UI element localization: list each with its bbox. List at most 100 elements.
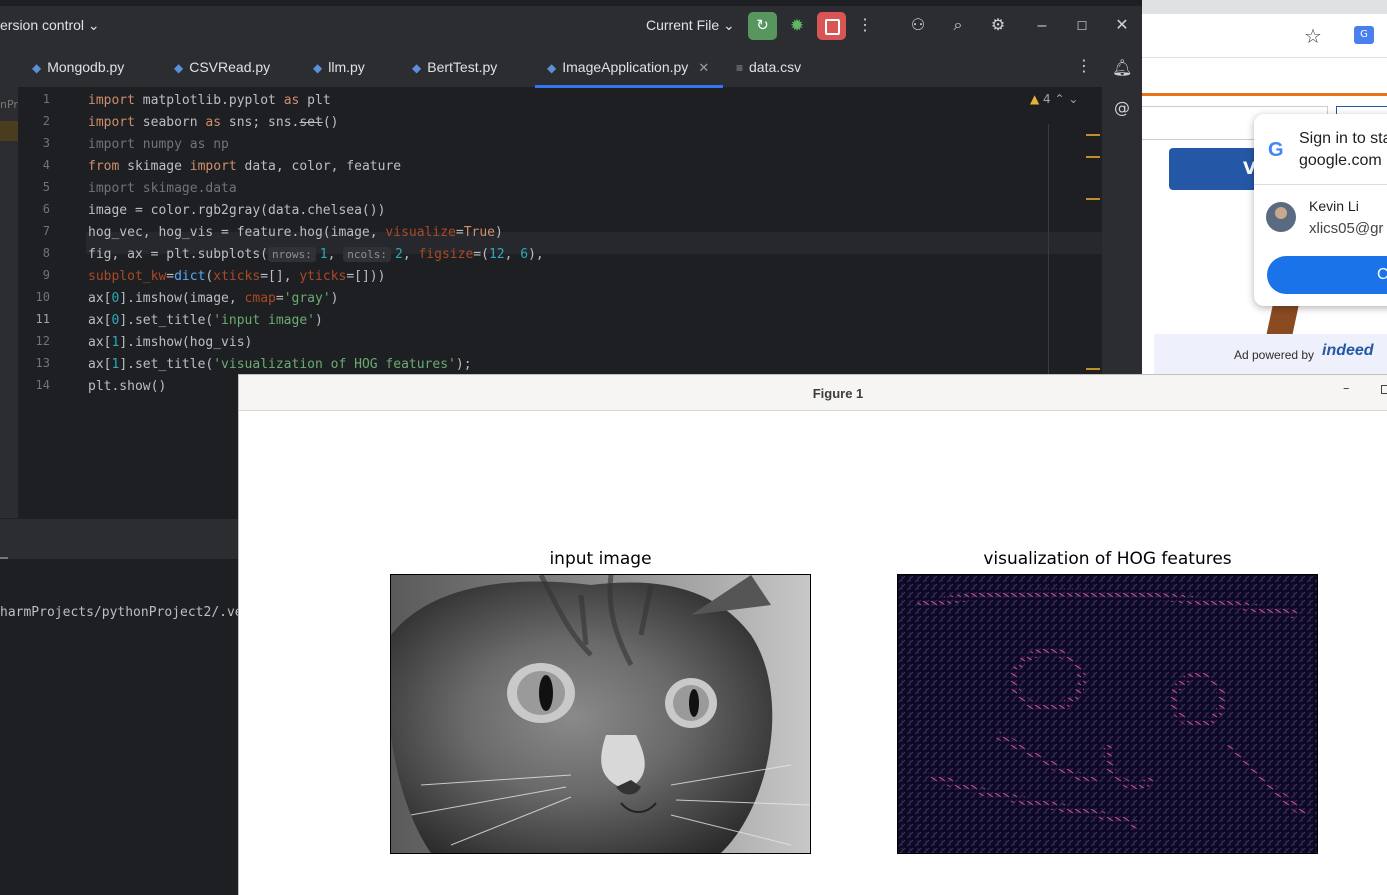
- ad-banner[interactable]: Ad powered by indeed: [1154, 334, 1387, 374]
- debug-bug-icon[interactable]: ✹: [785, 14, 809, 38]
- tab-mongodb[interactable]: ◆ Mongodb.py: [32, 46, 124, 88]
- tab-data-csv[interactable]: ≡ data.csv: [736, 46, 801, 88]
- notifications-bell-icon[interactable]: 🔔︎: [1112, 58, 1132, 78]
- browser-tabstrip: [1142, 0, 1387, 14]
- code-line[interactable]: import numpy as np: [88, 134, 229, 156]
- more-actions-icon[interactable]: ⋮: [853, 14, 877, 38]
- run-config-selector[interactable]: Current File ⌄: [646, 17, 735, 34]
- line-number: 3: [42, 136, 50, 150]
- hog-features-axes: [897, 574, 1318, 854]
- search-icon[interactable]: ⌕: [946, 14, 970, 38]
- indeed-logo: indeed: [1322, 342, 1374, 359]
- version-control-menu[interactable]: ersion control ⌄: [0, 17, 100, 34]
- code-line[interactable]: ax[1].imshow(hog_vis): [88, 332, 252, 354]
- line-number: 6: [42, 202, 50, 216]
- figure-title: Figure 1: [812, 386, 864, 401]
- line-number: 2: [42, 114, 50, 128]
- code-line[interactable]: import matplotlib.pyplot as plt: [88, 90, 331, 112]
- close-tab-icon[interactable]: ✕: [698, 60, 709, 75]
- account-email[interactable]: xlics05@gr: [1309, 220, 1383, 237]
- line-number-current: 11: [35, 312, 50, 326]
- line-number: 10: [35, 290, 50, 304]
- line-number: 14: [35, 378, 50, 392]
- warning-marker[interactable]: [1086, 134, 1100, 136]
- code-line[interactable]: ax[0].imshow(image, cmap='gray'): [88, 288, 338, 310]
- line-number: 8: [42, 246, 50, 260]
- param-hint: nrows:: [268, 247, 316, 262]
- left-axes-title: input image: [549, 549, 652, 569]
- google-logo-icon: G: [1268, 139, 1284, 161]
- tab-label: BertTest.py: [427, 59, 498, 75]
- chevron-down-icon[interactable]: ⌄: [1068, 92, 1078, 106]
- line-number: 9: [42, 268, 50, 282]
- bookmark-star-icon[interactable]: ☆: [1304, 24, 1322, 48]
- settings-gear-icon[interactable]: ⚙: [986, 14, 1010, 38]
- run-icon[interactable]: ↻: [748, 12, 777, 40]
- avatar[interactable]: [1266, 202, 1296, 232]
- tab-label: data.csv: [749, 59, 802, 75]
- warning-marker[interactable]: [1086, 198, 1100, 200]
- ide-titlebar: ersion control ⌄ Current File ⌄ ↻ ✹ ⋮ ⚇ …: [0, 6, 1142, 46]
- python-file-icon: ◆: [547, 61, 557, 75]
- account-name[interactable]: Kevin Li: [1309, 198, 1359, 214]
- code-line[interactable]: import seaborn as sns; sns.set(): [88, 112, 339, 134]
- project-highlight: [0, 121, 18, 141]
- maximize-icon[interactable]: [1381, 385, 1387, 394]
- input-image-axes: [387, 573, 811, 854]
- code-line[interactable]: hog_vec, hog_vis = feature.hog(image, vi…: [88, 222, 503, 244]
- google-signin-popup: G Sign in to sta google.com Kevin Li xli…: [1254, 114, 1387, 306]
- inspection-widget[interactable]: ▲ 4 ⌃ ⌄: [1030, 92, 1078, 106]
- tab-label: Mongodb.py: [47, 59, 125, 75]
- close-icon[interactable]: ✕: [1110, 14, 1134, 38]
- editor-tabs: ◆ Mongodb.py ◆ CSVRead.py ◆ llm.py ◆ BertTes…: [18, 46, 1102, 88]
- code-line[interactable]: subplot_kw=dict(xticks=[], yticks=[])): [88, 266, 385, 288]
- line-number-gutter: 1 2 3 4 5 6 7 8 9 10 11 12 13 14: [18, 88, 86, 518]
- ad-text: Ad powered by: [1234, 348, 1315, 362]
- code-line[interactable]: image = color.rgb2gray(data.chelsea()): [88, 200, 385, 222]
- text-file-icon: ≡: [736, 61, 744, 75]
- tab-label: CSVRead.py: [189, 59, 271, 75]
- warning-marker[interactable]: [1086, 156, 1100, 158]
- tab-csvread[interactable]: ◆ CSVRead.py: [174, 46, 270, 88]
- minimize-icon[interactable]: –: [1030, 14, 1054, 38]
- code-line[interactable]: ax[1].set_title('visualization of HOG fe…: [88, 354, 472, 376]
- translate-icon[interactable]: G: [1354, 26, 1374, 44]
- param-hint: ncols:: [343, 247, 391, 262]
- signin-title-line1: Sign in to sta: [1299, 130, 1387, 147]
- code-line[interactable]: from skimage import data, color, feature: [88, 156, 401, 178]
- hog-visualization-image: [898, 575, 1317, 853]
- minimize-icon[interactable]: –: [1343, 381, 1350, 396]
- code-line[interactable]: import skimage.data: [88, 178, 237, 200]
- code-line[interactable]: plt.show(): [88, 376, 166, 398]
- tab-label: llm.py: [328, 59, 365, 75]
- python-file-icon: ◆: [412, 61, 422, 75]
- figure-titlebar: Figure 1 –: [239, 375, 1387, 411]
- right-axes-title: visualization of HOG features: [983, 549, 1232, 569]
- tab-berttest[interactable]: ◆ BertTest.py: [412, 46, 497, 88]
- warning-marker[interactable]: [1086, 368, 1100, 370]
- page-accent-line: [1142, 93, 1387, 96]
- ai-assistant-icon[interactable]: @: [1112, 98, 1132, 118]
- tab-llm[interactable]: ◆ llm.py: [313, 46, 365, 88]
- line-number: 1: [42, 92, 50, 106]
- python-file-icon: ◆: [32, 61, 42, 75]
- chevron-up-icon[interactable]: ⌃: [1055, 92, 1065, 106]
- line-number: 5: [42, 180, 50, 194]
- continue-button[interactable]: C: [1267, 256, 1387, 294]
- code-line-current[interactable]: ax[0].set_title('input image'): [88, 310, 323, 332]
- matplotlib-figure-window: Figure 1 – input image visualization of …: [238, 374, 1387, 895]
- code-line[interactable]: fig, ax = plt.subplots(nrows: 1, ncols: 2,…: [88, 244, 544, 266]
- add-user-icon[interactable]: ⚇: [906, 14, 930, 38]
- stop-icon[interactable]: [817, 12, 846, 40]
- popup-divider: [1254, 184, 1387, 185]
- project-label[interactable]: nPr: [0, 98, 18, 111]
- console-path: harmProjects/pythonProject2/.ve: [0, 605, 243, 620]
- browser-toolbar: ☆ G: [1142, 14, 1387, 58]
- warning-count: 4: [1043, 92, 1051, 106]
- maximize-icon[interactable]: ☐: [1070, 14, 1094, 38]
- tab-imageapplication[interactable]: ◆ ImageApplication.py ✕: [535, 46, 723, 88]
- cat-grayscale-image: [387, 573, 811, 853]
- signin-title-line2: google.com: [1299, 152, 1382, 169]
- tab-more-icon[interactable]: ⋮: [1076, 56, 1092, 75]
- line-number: 7: [42, 224, 50, 238]
